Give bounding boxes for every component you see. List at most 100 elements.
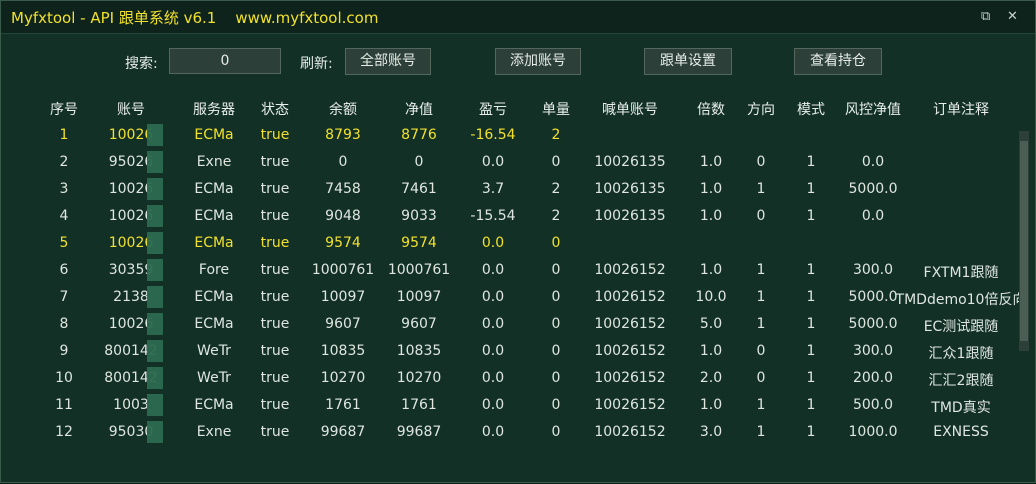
follow-settings-button[interactable]: 跟单设置: [644, 48, 732, 75]
column-header[interactable]: 单量: [542, 99, 570, 119]
table-cell: 1000761: [387, 262, 451, 278]
title-bar: Myfxtool - API 跟单系统 v6.1 www.myfxtool.co…: [1, 1, 1035, 34]
table-cell: 10835: [396, 343, 442, 359]
column-header[interactable]: 服务器: [193, 99, 235, 119]
table-cell: ECMa: [194, 208, 234, 224]
all-accounts-button[interactable]: 全部账号: [345, 48, 431, 75]
table-cell: 10097: [320, 289, 366, 305]
table-cell: 300.0: [852, 343, 894, 359]
table-row[interactable]: 8 10026 ECMa true 9607 9607 0.0 0 10026152 5.0 1 1 5…: [1, 310, 1017, 337]
table-row[interactable]: 11 1003 ECMa true 1761 1761 0.0 0 10026152 1.0 1 1 5…: [1, 391, 1017, 418]
table-cell: 5000.0: [848, 316, 898, 332]
table-cell: 0.0: [481, 316, 505, 332]
table-cell: 1: [806, 208, 816, 224]
account-mask: [147, 259, 163, 281]
table-row[interactable]: 6 30359 Fore true 1000761 1000761 0.0 0 10026152…: [1, 256, 1017, 283]
table-cell: true: [260, 343, 290, 359]
table-cell: 300.0: [852, 262, 894, 278]
table-cell: true: [260, 235, 290, 251]
table-row[interactable]: 10 800142 WeTr true 10270 10270 0.0 0 10026152 2.…: [1, 364, 1017, 391]
table-cell: 0.0: [481, 424, 505, 440]
table-cell: 1.0: [699, 208, 723, 224]
column-header[interactable]: 方向: [747, 99, 775, 119]
scrollbar-thumb[interactable]: [1020, 141, 1028, 341]
table-cell: true: [260, 181, 290, 197]
table-row[interactable]: 7 2138 ECMa true 10097 10097 0.0 0 10026152 10.0 1…: [1, 283, 1026, 310]
table-cell: 1.0: [699, 262, 723, 278]
table-row[interactable]: 5 10026 ECMa true 9574 9574 0.0 0: [1, 229, 1017, 256]
table-cell: 1761: [401, 397, 437, 413]
table-cell: 10026152: [594, 289, 666, 305]
table-cell: 9033: [401, 208, 437, 224]
table-cell: 10026152: [594, 397, 666, 413]
table-cell: 7461: [401, 181, 437, 197]
table-cell: 1: [806, 370, 816, 386]
table-row[interactable]: 12 95030 Exne true 99687 99687 0.0 0 10026152 3.0…: [1, 418, 1017, 445]
table-cell: 8793: [325, 127, 361, 143]
table-cell: 3.7: [481, 181, 505, 197]
search-input[interactable]: 0: [169, 48, 281, 74]
column-header[interactable]: 余额: [329, 99, 357, 119]
table-cell: 2138: [113, 289, 149, 305]
column-header[interactable]: 风控净值: [845, 99, 901, 119]
table-cell: 2.0: [699, 370, 723, 386]
table-cell: 0: [756, 370, 766, 386]
table-cell: 10835: [320, 343, 366, 359]
table-cell: ECMa: [194, 316, 234, 332]
table-cell: EC测试跟随: [923, 319, 999, 335]
restore-window-icon[interactable]: ⧉: [981, 9, 990, 24]
table-cell: 12: [55, 424, 73, 440]
search-label: 搜索:: [125, 56, 158, 72]
table-cell: 0.0: [481, 289, 505, 305]
table-cell: 0.0: [481, 262, 505, 278]
table-cell: 0.0: [481, 154, 505, 170]
table-row[interactable]: 2 95026 Exne true 0 0 0.0 0 10026135 1.0 0 1 0.0: [1, 148, 1017, 175]
table-cell: 1: [806, 262, 816, 278]
table-row[interactable]: 3 10026 ECMa true 7458 7461 3.7 2 10026135 1.0 1 1 5…: [1, 175, 1017, 202]
table-cell: true: [260, 127, 290, 143]
account-mask: [147, 124, 163, 146]
add-account-button[interactable]: 添加账号: [495, 48, 581, 75]
column-header[interactable]: 倍数: [697, 99, 725, 119]
table-cell: true: [260, 154, 290, 170]
table-cell: 10026152: [594, 262, 666, 278]
table-cell: 1: [806, 289, 816, 305]
table-cell: 0: [551, 397, 561, 413]
column-header[interactable]: 盈亏: [479, 99, 507, 119]
column-header[interactable]: 账号: [117, 99, 145, 119]
table-cell: 9574: [401, 235, 437, 251]
table-cell: -16.54: [470, 127, 516, 143]
table-cell: 1: [59, 127, 69, 143]
column-header[interactable]: 喊单账号: [602, 99, 658, 119]
table-cell: 7458: [325, 181, 361, 197]
account-mask: [147, 340, 163, 362]
view-positions-button[interactable]: 查看持仓: [794, 48, 882, 75]
table-row[interactable]: 1 10026 ECMa true 8793 8776 -16.54 2: [1, 121, 1017, 148]
table-cell: Exne: [196, 154, 232, 170]
table-cell: 0: [414, 154, 424, 170]
table-cell: 1: [806, 397, 816, 413]
table-cell: 1: [756, 397, 766, 413]
table-cell: 10.0: [695, 289, 727, 305]
table-row[interactable]: 9 800142 WeTr true 10835 10835 0.0 0 10026152 1.0…: [1, 337, 1017, 364]
column-header[interactable]: 模式: [797, 99, 825, 119]
close-icon[interactable]: ✕: [1007, 9, 1018, 24]
table-cell: 1: [756, 424, 766, 440]
account-mask: [147, 232, 163, 254]
table-cell: 99687: [320, 424, 366, 440]
table-cell: 3.0: [699, 424, 723, 440]
table-cell: 10026152: [594, 370, 666, 386]
table-row[interactable]: 4 10026 ECMa true 9048 9033 -15.54 2 10026135 1.0…: [1, 202, 1017, 229]
table-cell: -15.54: [470, 208, 516, 224]
column-header[interactable]: 状态: [261, 99, 289, 119]
column-header[interactable]: 净值: [405, 99, 433, 119]
column-header[interactable]: 序号: [50, 99, 78, 119]
column-header[interactable]: 订单注释: [933, 99, 989, 119]
window-title: Myfxtool - API 跟单系统 v6.1 www.myfxtool.co…: [11, 9, 379, 27]
table-cell: 8776: [401, 127, 437, 143]
table-cell: 2: [59, 154, 69, 170]
table-cell: 5.0: [699, 316, 723, 332]
table-cell: 10: [55, 370, 73, 386]
table-cell: ECMa: [194, 397, 234, 413]
table-cell: 4: [59, 208, 69, 224]
